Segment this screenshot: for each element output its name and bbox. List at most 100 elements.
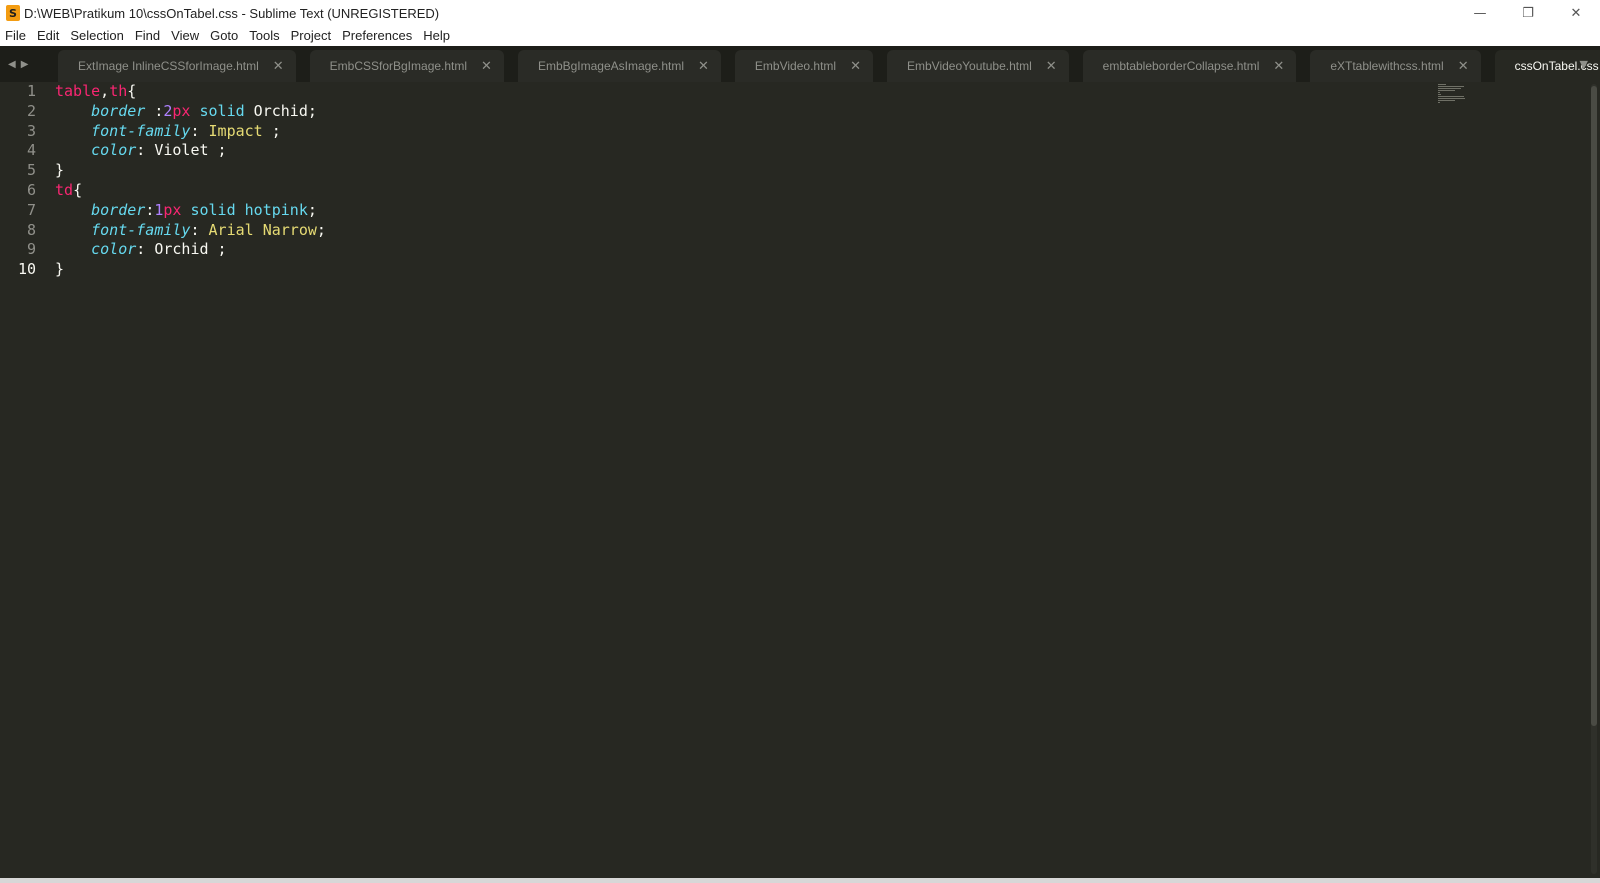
minimap-line	[1438, 94, 1441, 95]
tab-navigation: ◀ ▶	[8, 46, 28, 82]
code-token: ;	[316, 220, 326, 239]
line-number: 9	[26, 240, 36, 259]
tab-close-icon[interactable]: ✕	[481, 59, 492, 74]
menu-tools[interactable]: Tools	[244, 26, 284, 46]
code-token: table	[55, 82, 101, 100]
tab-close-icon[interactable]: ✕	[273, 59, 284, 74]
code-token: font-family	[91, 220, 191, 239]
code-token: ,	[100, 82, 110, 100]
menu-selection[interactable]: Selection	[65, 26, 128, 46]
menu-view[interactable]: View	[166, 26, 204, 46]
code-token: :	[190, 220, 209, 239]
scrollbar-thumb[interactable]	[1591, 86, 1597, 726]
tab-close-icon[interactable]: ✕	[850, 59, 861, 74]
code-token: }	[55, 161, 65, 180]
code-token: {	[127, 82, 137, 100]
menu-help[interactable]: Help	[418, 26, 455, 46]
tab-back-icon[interactable]: ◀	[8, 59, 16, 70]
menu-goto[interactable]: Goto	[205, 26, 243, 46]
tab-label: EmbVideo.html	[754, 59, 837, 73]
sublime-text-icon: S	[6, 5, 20, 21]
minimap[interactable]	[1438, 82, 1472, 103]
tab-label: EmbVideoYoutube.html	[906, 59, 1032, 73]
window-controls: — ❐ ✕	[1456, 0, 1600, 26]
restore-button[interactable]: ❐	[1504, 0, 1552, 26]
menu-project[interactable]: Project	[286, 26, 336, 46]
tab-6[interactable]: eXTtablewithcss.html ✕	[1310, 50, 1481, 82]
tab-0[interactable]: ExtImage InlineCSSforImage.html ✕	[58, 50, 296, 82]
code-editor[interactable]: 1 2 3 4 5 6 7 8 9 10 table,th{ border :2px solid …	[0, 82, 1600, 878]
minimap-line	[1438, 96, 1464, 97]
code-area[interactable]: table,th{ border :2px solid Orchid; font…	[55, 82, 326, 280]
tab-label: EmbBgImageAsImage.html	[537, 59, 685, 73]
tab-list: ExtImage InlineCSSforImage.html ✕ EmbCSSfo…	[58, 50, 1600, 82]
tab-5[interactable]: embtableborderCollapse.html ✕	[1082, 50, 1297, 82]
app-icon-glyph: S	[9, 6, 17, 20]
code-line[interactable]: td{	[55, 181, 326, 201]
code-token: solid	[190, 200, 236, 219]
code-line[interactable]: color: Violet ;	[55, 141, 326, 161]
tab-1[interactable]: EmbCSSforBgImage.html ✕	[309, 50, 504, 82]
menu-bar: File Edit Selection Find View Goto Tools…	[0, 26, 1600, 46]
line-number: 1	[26, 82, 36, 100]
tab-close-icon[interactable]: ✕	[698, 59, 709, 74]
menu-preferences[interactable]: Preferences	[337, 26, 417, 46]
minimap-line	[1438, 90, 1455, 91]
code-token: hotpink	[244, 200, 308, 219]
code-line[interactable]: font-family: Arial Narrow;	[55, 221, 326, 241]
code-line[interactable]: border:1px solid hotpink;	[55, 201, 326, 221]
line-number: 3	[26, 121, 36, 140]
tab-close-icon[interactable]: ✕	[1273, 59, 1284, 74]
tab-3[interactable]: EmbVideo.html ✕	[734, 50, 873, 82]
code-line[interactable]: border :2px solid Orchid;	[55, 102, 326, 122]
code-token: Arial Narrow	[208, 220, 317, 239]
code-token: border	[91, 101, 146, 120]
code-token: }	[55, 260, 65, 279]
code-token: font-family	[91, 121, 191, 140]
tab-4[interactable]: EmbVideoYoutube.html ✕	[886, 50, 1069, 82]
line-number: 5	[26, 161, 36, 180]
menu-edit[interactable]: Edit	[32, 26, 64, 46]
menu-find[interactable]: Find	[130, 26, 165, 46]
tab-2[interactable]: EmbBgImageAsImage.html ✕	[517, 50, 721, 82]
close-window-button[interactable]: ✕	[1552, 0, 1600, 26]
code-token: th	[109, 82, 128, 100]
tab-label: ExtImage InlineCSSforImage.html	[78, 59, 259, 73]
code-line[interactable]: table,th{	[55, 82, 326, 102]
code-token: ;	[307, 200, 317, 219]
window-title: D:\WEB\Pratikum 10\cssOnTabel.css - Subl…	[24, 5, 440, 21]
minimap-line	[1438, 92, 1440, 93]
tab-label: EmbCSSforBgImage.html	[329, 59, 468, 73]
minimap-line	[1438, 100, 1455, 101]
tab-dropdown-icon[interactable]: ▼	[1580, 46, 1588, 82]
tab-close-icon[interactable]: ✕	[1458, 59, 1469, 74]
code-token: Orchid;	[244, 101, 317, 120]
tab-bar: ◀ ▶ ExtImage InlineCSSforImage.html ✕ EmbC…	[0, 46, 1600, 82]
code-line[interactable]: }	[55, 260, 326, 280]
code-line[interactable]: color: Orchid ;	[55, 240, 326, 260]
minimap-line	[1438, 86, 1464, 87]
code-token: :	[145, 101, 164, 120]
minimize-button[interactable]: —	[1456, 0, 1504, 26]
menu-file[interactable]: File	[0, 26, 31, 46]
code-token: solid	[199, 101, 245, 120]
code-line[interactable]: font-family: Impact ;	[55, 122, 326, 142]
code-token: color	[91, 240, 137, 259]
status-bar	[0, 878, 1600, 883]
code-token: Impact	[208, 121, 263, 140]
code-token: border	[91, 200, 146, 219]
title-bar: S D:\WEB\Pratikum 10\cssOnTabel.css - Su…	[0, 0, 1600, 26]
tab-close-icon[interactable]: ✕	[1046, 59, 1057, 74]
code-token: :	[145, 200, 155, 219]
code-token: {	[73, 180, 83, 199]
line-number: 6	[26, 180, 36, 199]
code-line[interactable]: }	[55, 161, 326, 181]
tab-forward-icon[interactable]: ▶	[21, 59, 29, 70]
tab-label: embtableborderCollapse.html	[1102, 59, 1260, 73]
